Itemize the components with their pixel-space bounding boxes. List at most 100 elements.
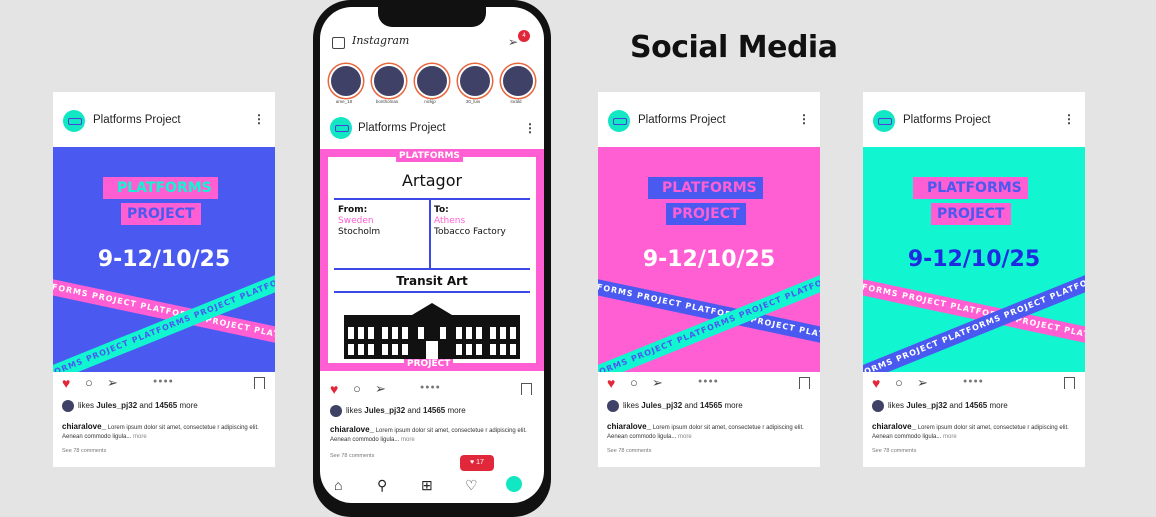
heart-icon[interactable]: ♥ [872,375,880,391]
direct-message-icon[interactable]: ➢ [508,35,518,49]
post-header: Platforms Project ⋮ [598,92,820,147]
divider [334,268,530,270]
caption: chiaralove_ Lorem ipsum dolor sit amet, … [607,422,804,440]
comment-icon[interactable]: ○ [353,381,361,396]
post-card-teal: Platforms Project ⋮ PLATFORMS PROJECT 9-… [863,92,1085,467]
poster-title: Artagor [401,171,463,190]
likes-line: likes Jules_pj32 and 14565 more [607,400,743,412]
app-name: Instagram [352,34,410,47]
post-image: PLATFORMS PROJECT 9-12/10/25 PLATFORMS P… [53,147,275,372]
more-options-icon[interactable]: ⋮ [798,112,810,126]
home-icon[interactable]: ⌂ [334,477,342,493]
event-date: 9-12/10/25 [97,247,231,272]
divider [429,198,431,268]
bookmark-icon[interactable] [521,383,532,395]
bracket-bottom-label: PROJECT [666,203,746,225]
account-name[interactable]: Platforms Project [638,114,726,126]
bookmark-icon[interactable] [1064,377,1075,389]
camera-icon[interactable] [332,37,345,49]
building-illustration [344,303,520,359]
send-icon[interactable]: ➢ [375,381,386,397]
send-icon[interactable]: ➢ [107,375,118,391]
profile-avatar[interactable] [506,476,522,492]
more-options-icon[interactable]: ⋮ [1063,112,1075,126]
caption: chiaralove_ Lorem ipsum dolor sit amet, … [872,422,1069,440]
poster-top-tag: PLATFORMS [396,151,463,162]
account-name[interactable]: Platforms Project [358,122,446,134]
story-label: nickjp [424,99,436,104]
account-name[interactable]: Platforms Project [903,114,991,126]
to-label: To: [434,205,449,215]
post-image: PLATFORMS PROJECT 9-12/10/25 PLATFORMS P… [598,147,820,372]
story-avatar[interactable] [415,64,449,98]
action-bar: ♥ ○ ➢ ●●●● [863,375,1085,395]
avatar[interactable] [873,110,895,132]
activity-icon[interactable]: ♡ [465,477,478,494]
post-header: Platforms Project ⋮ [53,92,275,147]
story-label: bonthomas [375,99,399,104]
likes-line: likes Jules_pj32 and 14565 more [62,400,198,412]
divider [334,198,530,200]
story-avatar[interactable] [458,64,492,98]
caption: chiaralove_ Lorem ipsum dolor sit amet, … [330,425,527,443]
bookmark-icon[interactable] [254,377,265,389]
bookmark-icon[interactable] [799,377,810,389]
carousel-dots: ●●●● [698,378,719,385]
heart-icon[interactable]: ♥ [330,381,338,397]
band-blue: PLATFORMS PROJECT PLATFORMS PROJECT PLAT… [598,273,820,357]
phone-mockup: Instagram ➢ 4 ame_18 bonthomas nickjp 30… [313,0,551,517]
comments-link[interactable]: See 78 comments [607,448,651,454]
likes-line: likes Jules_pj32 and 14565 more [330,405,466,417]
avatar[interactable] [607,400,619,412]
avatar[interactable] [608,110,630,132]
page-heading: Social Media [630,30,838,65]
post-image: PLATFORMS PROJECT 9-12/10/25 PLATFORMS P… [863,147,1085,372]
more-options-icon[interactable]: ⋮ [524,121,536,135]
bottom-nav: ⌂ ⚲ ⊞ ♡ [320,473,544,503]
comment-icon[interactable]: ○ [85,375,93,390]
heart-icon[interactable]: ♥ [62,375,70,391]
event-date: 9-12/10/25 [642,247,776,272]
send-icon[interactable]: ➢ [917,375,928,391]
story-avatar[interactable] [501,64,535,98]
comments-link[interactable]: See 78 comments [62,448,106,454]
avatar[interactable] [330,405,342,417]
action-bar: ♥ ○ ➢ ●●●● [320,381,542,401]
comment-icon[interactable]: ○ [895,375,903,390]
band-pink: PLATFORMS PROJECT PLATFORMS PROJECT PLAT… [53,273,275,357]
bracket-top-label: PLATFORMS [913,177,1028,199]
heart-icon[interactable]: ♥ [607,375,615,391]
avatar[interactable] [330,117,352,139]
story-avatar[interactable] [372,64,406,98]
story-label: ame_18 [335,99,353,104]
avatar[interactable] [872,400,884,412]
to-venue: Tobacco Factory [434,227,506,237]
bracket-bottom-label: PROJECT [121,203,201,225]
avatar[interactable] [63,110,85,132]
carousel-dots: ●●●● [963,378,984,385]
comments-link[interactable]: See 78 comments [330,453,374,459]
likes-line: likes Jules_pj32 and 14565 more [872,400,1008,412]
poster-image: Artagor From: Sweden Stocholm To: Athens… [320,149,544,371]
post-card-blue: Platforms Project ⋮ PLATFORMS PROJECT 9-… [53,92,275,467]
search-icon[interactable]: ⚲ [377,477,387,494]
canvas: Social Media Platforms Project ⋮ PLATFOR… [0,0,1156,517]
account-name[interactable]: Platforms Project [93,114,181,126]
story-avatar[interactable] [329,64,363,98]
add-icon[interactable]: ⊞ [421,477,433,494]
story-label: lorald [510,99,522,104]
carousel-dots: ●●●● [420,384,441,391]
notification-bubble: ♥ 17 [460,455,494,471]
avatar[interactable] [62,400,74,412]
bracket-top-label: PLATFORMS [103,177,218,199]
comment-icon[interactable]: ○ [630,375,638,390]
story-label: 30_luis [465,99,481,104]
send-icon[interactable]: ➢ [652,375,663,391]
action-bar: ♥ ○ ➢ ●●●● [53,375,275,395]
carousel-dots: ●●●● [153,378,174,385]
dm-badge: 4 [518,30,530,42]
poster-panel: Artagor From: Sweden Stocholm To: Athens… [328,157,536,363]
comments-link[interactable]: See 78 comments [872,448,916,454]
more-options-icon[interactable]: ⋮ [253,112,265,126]
band-pink: PLATFORMS PROJECT PLATFORMS PROJECT PLAT… [863,273,1085,357]
